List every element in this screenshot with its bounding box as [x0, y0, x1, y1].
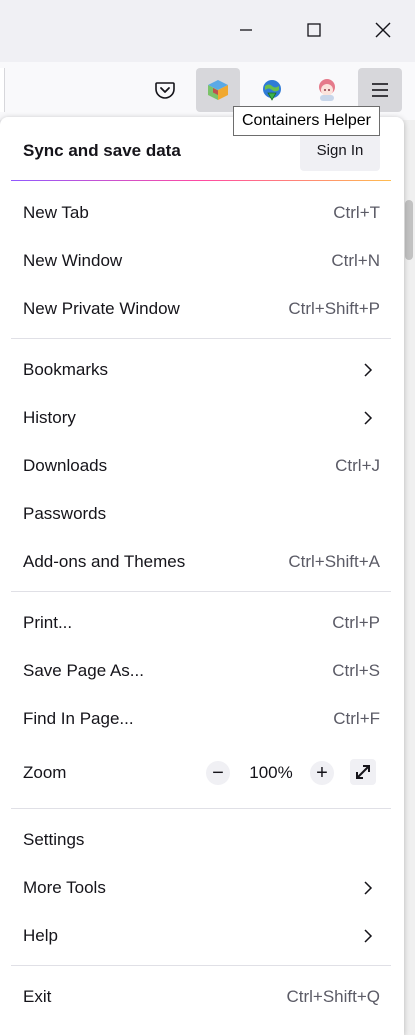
menu-item-label: Bookmarks: [23, 360, 109, 379]
menu-item-label: More Tools: [23, 878, 106, 897]
menu-item-label: Save Page As...: [23, 661, 144, 680]
plus-icon: +: [316, 762, 328, 784]
zoom-label: Zoom: [23, 763, 67, 782]
pocket-button[interactable]: [143, 68, 187, 112]
zoom-in-button[interactable]: +: [310, 761, 334, 785]
zoom-row: Zoom − 100% +: [0, 751, 404, 795]
menu-item-shortcut: Ctrl+S: [332, 661, 380, 680]
menu-separator: [11, 808, 391, 809]
maximize-button[interactable]: [291, 8, 337, 52]
menu-separator: [11, 965, 391, 966]
menu-item-label: Help: [23, 926, 58, 945]
close-window-button[interactable]: [360, 8, 406, 52]
menu-separator: [11, 591, 391, 592]
menu-item-label: Find In Page...: [23, 709, 134, 728]
menu-item-shortcut: Ctrl+N: [331, 251, 380, 270]
zoom-reset-button[interactable]: 100%: [244, 763, 298, 783]
chevron-right-icon: [364, 363, 373, 377]
menu-item-exit[interactable]: Exit Ctrl+Shift+Q: [0, 975, 404, 1019]
menu-item-label: Exit: [23, 987, 52, 1006]
sync-title: Sync and save data: [23, 141, 181, 160]
title-bar: [0, 0, 415, 62]
menu-item-label: Passwords: [23, 504, 107, 523]
globe-download-icon: [263, 80, 281, 101]
menu-item-label: New Window: [23, 251, 123, 270]
zoom-out-button[interactable]: −: [206, 761, 230, 785]
menu-item-help[interactable]: Help: [0, 914, 404, 958]
containers-cube-icon: [208, 80, 228, 100]
menu-item-label: Print...: [23, 613, 73, 632]
chevron-right-icon: [364, 411, 373, 425]
chevron-right-icon: [364, 881, 373, 895]
menu-item-downloads[interactable]: Downloads Ctrl+J: [0, 444, 404, 488]
app-menu-panel: Sync and save data Sign In New Tab Ctrl+…: [0, 117, 404, 1035]
hamburger-icon: [372, 83, 388, 97]
pocket-icon: [155, 82, 175, 99]
menu-item-shortcut: Ctrl+J: [335, 456, 380, 475]
maximize-icon: [307, 23, 321, 37]
menu-item-shortcut: Ctrl+Shift+P: [288, 299, 380, 318]
menu-item-label: New Private Window: [23, 299, 180, 318]
menu-item-label: History: [23, 408, 76, 427]
menu-item-passwords[interactable]: Passwords: [0, 492, 404, 536]
toolbar-tooltip: Containers Helper: [233, 106, 380, 136]
menu-item-print[interactable]: Print... Ctrl+P: [0, 601, 404, 645]
menu-item-shortcut: Ctrl+Shift+A: [288, 552, 380, 571]
menu-item-shortcut: Ctrl+Shift+Q: [286, 987, 380, 1006]
menu-item-new-window[interactable]: New Window Ctrl+N: [0, 239, 404, 283]
menu-item-shortcut: Ctrl+F: [333, 709, 380, 728]
url-bar[interactable]: [0, 68, 5, 112]
menu-item-find-in-page[interactable]: Find In Page... Ctrl+F: [0, 697, 404, 741]
menu-item-settings[interactable]: Settings: [0, 818, 404, 862]
menu-item-save-page-as[interactable]: Save Page As... Ctrl+S: [0, 649, 404, 693]
menu-item-shortcut: Ctrl+P: [332, 613, 380, 632]
anime-avatar-icon: [319, 79, 335, 101]
fullscreen-expand-icon: [356, 765, 370, 779]
chevron-right-icon: [364, 929, 373, 943]
accent-divider: [11, 180, 391, 181]
minimize-icon: [240, 29, 252, 31]
menu-item-new-private-window[interactable]: New Private Window Ctrl+Shift+P: [0, 287, 404, 331]
minimize-button[interactable]: [223, 8, 269, 52]
menu-separator: [11, 338, 391, 339]
close-icon: [375, 22, 391, 38]
menu-item-label: Settings: [23, 830, 85, 849]
page-scrollbar-thumb[interactable]: [405, 200, 413, 260]
menu-item-shortcut: Ctrl+T: [333, 203, 380, 222]
menu-item-more-tools[interactable]: More Tools: [0, 866, 404, 910]
menu-item-label: New Tab: [23, 203, 89, 222]
menu-item-bookmarks[interactable]: Bookmarks: [0, 348, 404, 392]
menu-item-addons-themes[interactable]: Add-ons and Themes Ctrl+Shift+A: [0, 540, 404, 584]
menu-item-label: Add-ons and Themes: [23, 552, 186, 571]
menu-item-label: Downloads: [23, 456, 108, 475]
menu-item-history[interactable]: History: [0, 396, 404, 440]
fullscreen-button[interactable]: [350, 759, 376, 785]
minus-icon: −: [212, 762, 224, 784]
menu-item-new-tab[interactable]: New Tab Ctrl+T: [0, 191, 404, 235]
